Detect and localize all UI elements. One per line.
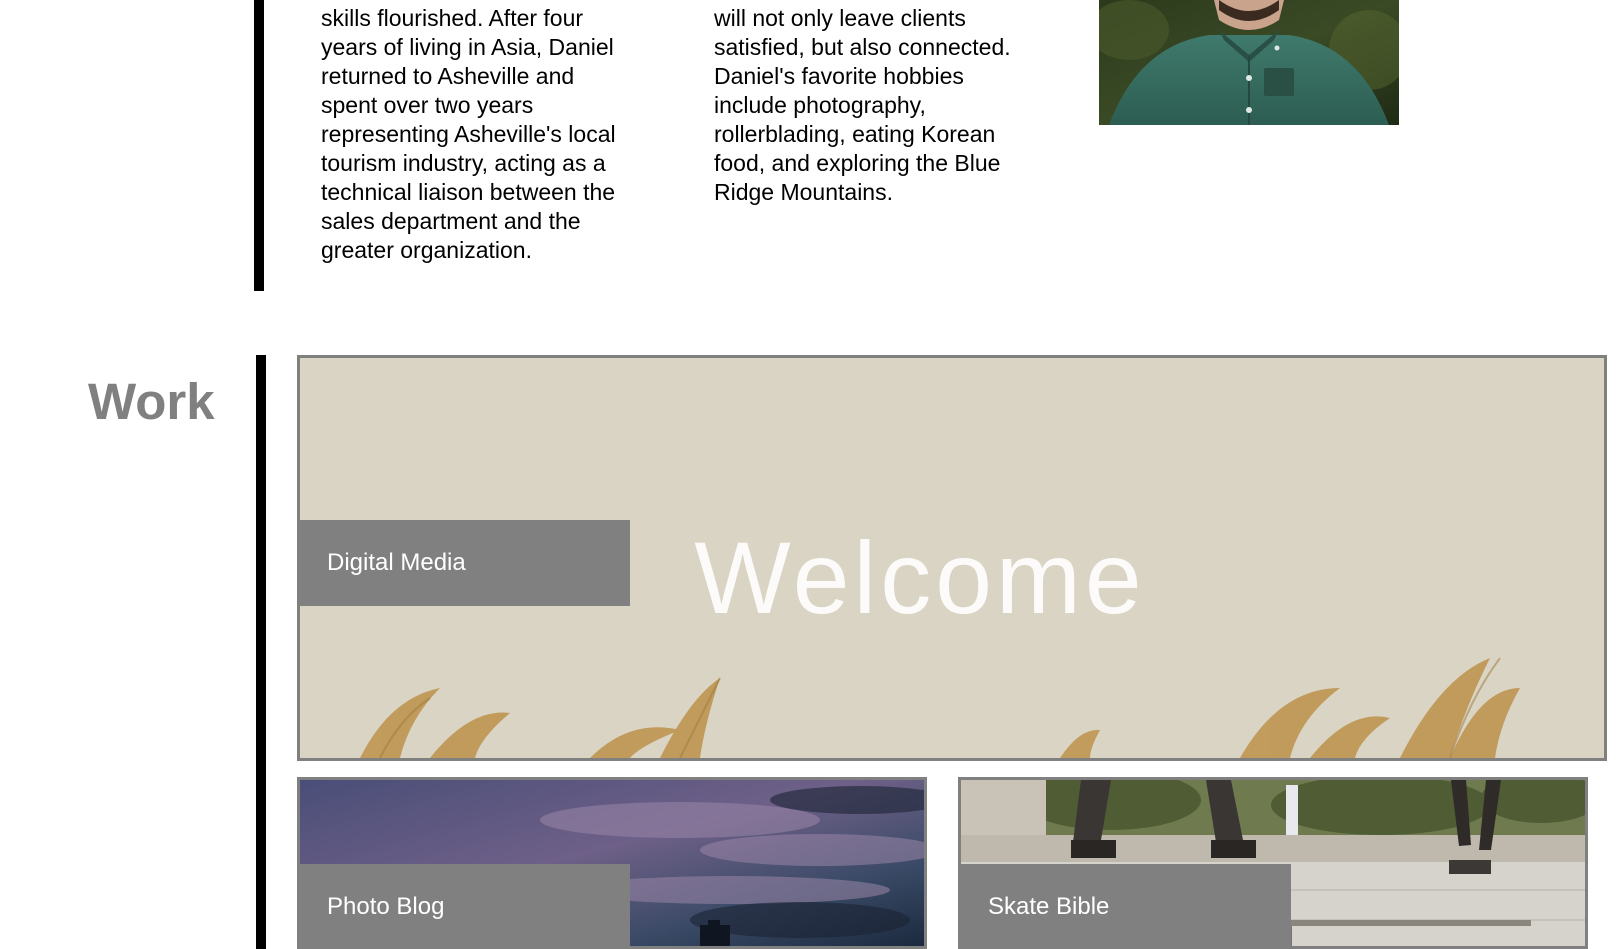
page: skills flourished. After four years of l… [0,0,1617,949]
work-tile-photo-blog[interactable]: Photo Blog [297,777,927,949]
about-text-line: representing Asheville's local [321,121,616,147]
work-tile-skate-bible[interactable]: Skate Bible [958,777,1588,949]
about-text-line: sales department and the [321,208,581,234]
about-text-line: Daniel's favorite hobbies [714,63,964,89]
work-tile-digital-media[interactable]: Welcome Digital Media [297,355,1607,761]
about-text-line: food, and exploring the Blue [714,150,1001,176]
about-text-line: Ridge Mountains. [714,179,893,205]
tile-label-skate-bible: Skate Bible [961,864,1291,946]
about-text-line: spent over two years [321,92,534,118]
profile-photo [1099,0,1399,125]
work-section-heading: Work [88,373,215,430]
about-text-line: greater organization. [321,237,532,263]
about-text-line: satisfied, but also connected. [714,34,1011,60]
about-text-line: skills flourished. After four [321,5,584,31]
about-text-line: years of living in Asia, Daniel [321,34,614,60]
tile-label-digital-media: Digital Media [300,520,630,606]
about-text-line: tourism industry, acting as a [321,150,606,176]
about-text-line: technical liaison between the [321,179,616,205]
about-text-line: will not only leave clients [714,5,966,31]
about-section-divider [254,0,264,291]
about-text-line: rollerblading, eating Korean [714,121,996,147]
about-text-line: returned to Asheville and [321,63,575,89]
about-text-column-1: skills flourished. After four years of l… [321,4,616,265]
about-text-column-2: will not only leave clients satisfied, b… [714,4,1011,207]
about-text-line: include photography, [714,92,926,118]
tile-label-photo-blog: Photo Blog [300,864,630,946]
work-section-divider [256,355,266,949]
